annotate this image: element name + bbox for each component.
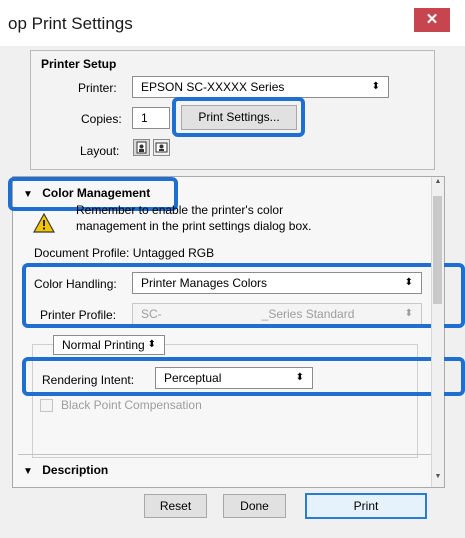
scrollbar-thumb[interactable] [433, 196, 442, 304]
description-title: Description [42, 463, 109, 477]
printing-mode-value: Normal Printing [62, 338, 145, 352]
color-handling-label: Color Handling: [34, 277, 117, 291]
chevron-updown-icon: ⬍ [404, 308, 413, 319]
printer-profile-value-a: SC- [141, 307, 162, 321]
close-button[interactable]: ✕ [414, 8, 450, 32]
printing-mode-select[interactable]: Normal Printing ⬍ [53, 335, 165, 355]
collapse-triangle-icon: ▼ [23, 466, 33, 477]
rendering-intent-label: Rendering Intent: [42, 373, 134, 387]
rendering-intent-select[interactable]: Perceptual ⬍ [155, 367, 313, 389]
landscape-icon [155, 142, 168, 153]
copies-input[interactable]: 1 [132, 107, 170, 129]
warning-text-line1: Remember to enable the printer's color [76, 203, 284, 217]
printer-profile-label: Printer Profile: [40, 308, 116, 322]
section-separator [18, 454, 431, 455]
layout-portrait-button[interactable] [133, 139, 150, 156]
color-management-header[interactable]: ▼ Color Management [23, 186, 150, 200]
copies-label: Copies: [81, 112, 122, 126]
chevron-updown-icon: ⬍ [404, 277, 413, 288]
color-management-title: Color Management [42, 186, 151, 200]
print-button[interactable]: Print [305, 493, 427, 519]
copies-value: 1 [141, 111, 148, 125]
description-header[interactable]: ▼ Description [23, 463, 108, 477]
rendering-intent-value: Perceptual [164, 371, 222, 385]
collapse-triangle-icon: ▼ [23, 189, 33, 200]
printer-label: Printer: [78, 81, 117, 95]
layout-label: Layout: [80, 144, 119, 158]
rendering-intent-label-text: Rendering Intent: [42, 373, 135, 387]
portrait-icon [136, 141, 147, 154]
print-button-label: Print [353, 499, 379, 513]
reset-button[interactable]: Reset [144, 494, 207, 518]
printer-setup-title: Printer Setup [41, 57, 117, 71]
done-button[interactable]: Done [223, 494, 286, 518]
scroll-down-arrow-icon[interactable]: ▼ [433, 473, 443, 485]
chevron-updown-icon: ⬍ [371, 81, 380, 92]
printer-select[interactable]: EPSON SC-XXXXX Series ⬍ [132, 76, 389, 98]
copies-label-text: Copies: [81, 112, 122, 126]
print-settings-button[interactable]: Print Settings... [181, 105, 297, 130]
color-handling-label-text: Color Handling: [34, 277, 117, 291]
color-handling-value: Printer Manages Colors [141, 276, 268, 290]
color-handling-select[interactable]: Printer Manages Colors ⬍ [132, 272, 422, 294]
chevron-updown-icon: ⬍ [295, 372, 304, 383]
done-button-label: Done [240, 499, 269, 513]
chevron-updown-icon: ⬍ [147, 339, 156, 350]
printer-select-value: EPSON SC-XXXXX Series [141, 80, 285, 94]
layout-label-text: Layout: [80, 144, 120, 158]
document-profile: Document Profile: Untagged RGB [34, 246, 215, 260]
warning-text-line2: management in the print settings dialog … [76, 219, 312, 233]
layout-landscape-button[interactable] [153, 139, 170, 156]
scroll-up-arrow-icon[interactable]: ▲ [433, 178, 443, 190]
printer-profile-label-text: Printer Profile: [40, 308, 117, 322]
printer-profile-select[interactable]: SC- _Series Standard ⬍ [132, 303, 422, 325]
black-point-checkbox[interactable] [40, 399, 53, 412]
printer-profile-value-b: _Series Standard [261, 307, 355, 321]
printer-label-text: Printer: [78, 81, 117, 95]
warning-icon [32, 212, 56, 233]
black-point-label: Black Point Compensation [61, 398, 202, 412]
title-bar: op Print Settings ✕ [0, 0, 465, 46]
window-title: op Print Settings [8, 14, 133, 33]
